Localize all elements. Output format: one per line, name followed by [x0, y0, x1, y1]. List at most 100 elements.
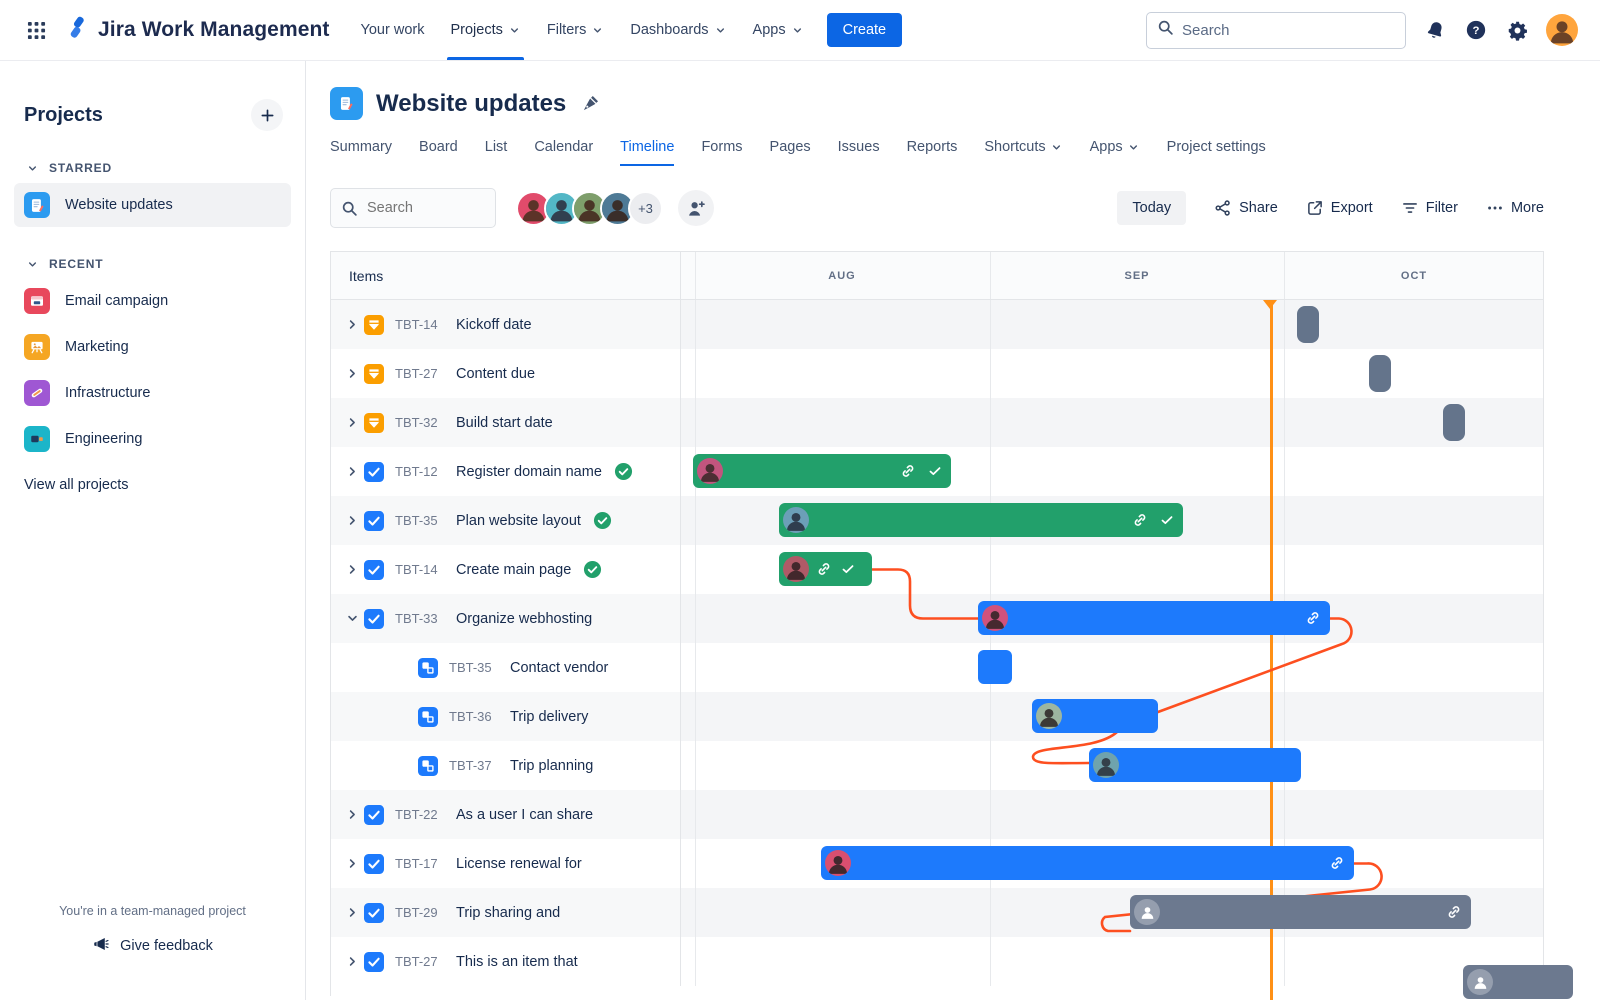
avatar-overflow-badge[interactable]: +3	[628, 191, 663, 226]
row-item-tbt-29-12[interactable]: TBT-29Trip sharing and	[331, 888, 681, 937]
svg-text:?: ?	[1473, 25, 1480, 37]
tab-pages[interactable]: Pages	[770, 139, 811, 166]
edit-pen-icon[interactable]	[581, 94, 600, 113]
sidebar-item-marketing[interactable]: Marketing	[14, 325, 291, 369]
nav-item-projects[interactable]: Projects	[437, 0, 533, 60]
section-toggle-starred[interactable]: STARRED	[0, 157, 305, 181]
chevron-down-icon	[1050, 141, 1063, 154]
row-chart-cell[interactable]	[681, 643, 1543, 692]
tab-project-settings[interactable]: Project settings	[1167, 139, 1266, 166]
row-chart-cell[interactable]	[681, 349, 1543, 398]
share-button[interactable]: Share	[1214, 199, 1278, 217]
timeline-toolbar: +3 Today Share Export Filter More	[330, 188, 1544, 228]
sidebar-item-infrastructure[interactable]: Infrastructure	[14, 371, 291, 415]
row-chart-cell[interactable]	[681, 398, 1543, 447]
row-item-tbt-14-5[interactable]: TBT-14Create main page	[331, 545, 681, 594]
sidebar-title: Projects	[24, 104, 103, 127]
chevron-right-icon[interactable]	[344, 512, 361, 529]
give-feedback-button[interactable]: Give feedback	[92, 935, 213, 957]
chevron-right-icon[interactable]	[344, 855, 361, 872]
nav-item-dashboards[interactable]: Dashboards	[617, 0, 739, 60]
tab-issues[interactable]: Issues	[838, 139, 880, 166]
help-icon[interactable]: ?	[1464, 18, 1488, 42]
timeline-bar-tbt-29-12[interactable]	[1130, 895, 1471, 929]
view-all-projects-link[interactable]: View all projects	[0, 463, 305, 507]
filter-icon	[1401, 199, 1419, 217]
nav-item-your-work[interactable]: Your work	[348, 0, 438, 60]
tab-apps[interactable]: Apps	[1090, 139, 1140, 166]
chevron-right-icon[interactable]	[344, 414, 361, 431]
add-project-button[interactable]	[251, 99, 283, 131]
row-item-tbt-37-9[interactable]: TBT-37Trip planning	[331, 741, 681, 790]
chevron-right-icon[interactable]	[344, 561, 361, 578]
row-item-tbt-17-11[interactable]: TBT-17License renewal for	[331, 839, 681, 888]
timeline-bar-tbt-33-6[interactable]	[978, 601, 1330, 635]
row-item-tbt-36-8[interactable]: TBT-36Trip delivery	[331, 692, 681, 741]
nav-item-filters[interactable]: Filters	[534, 0, 617, 60]
timeline-bar-tbt-35-7[interactable]	[978, 650, 1012, 684]
today-button[interactable]: Today	[1117, 191, 1186, 225]
issue-key: TBT-17	[395, 856, 449, 871]
section-toggle-recent[interactable]: RECENT	[0, 253, 305, 277]
chevron-down-icon	[1127, 141, 1140, 154]
chevron-down-icon[interactable]	[344, 610, 361, 627]
row-chart-cell[interactable]	[681, 300, 1543, 349]
nav-item-apps[interactable]: Apps	[740, 0, 817, 60]
row-item-tbt-35-4[interactable]: TBT-35Plan website layout	[331, 496, 681, 545]
row-item-tbt-35-7[interactable]: TBT-35Contact vendor	[331, 643, 681, 692]
row-chart-cell[interactable]	[681, 937, 1543, 986]
row-item-tbt-27-13[interactable]: TBT-27This is an item that	[331, 937, 681, 986]
timeline-body: TBT-14Kickoff dateTBT-27Content dueTBT-3…	[331, 300, 1543, 996]
page-title: Website updates	[376, 90, 566, 118]
milestone-marker-tbt-32[interactable]	[1443, 404, 1465, 441]
user-avatar[interactable]	[1546, 14, 1578, 46]
tab-summary[interactable]: Summary	[330, 139, 392, 166]
tab-forms[interactable]: Forms	[701, 139, 742, 166]
timeline-bar-tbt-14-5[interactable]	[779, 552, 872, 586]
row-chart-cell[interactable]	[681, 790, 1543, 839]
sidebar-item-website-updates[interactable]: Website updates	[14, 183, 291, 227]
issue-summary: Content due	[456, 366, 535, 382]
notifications-bell-icon[interactable]	[1423, 18, 1447, 42]
more-button[interactable]: More	[1486, 199, 1544, 217]
timeline-bar-tbt-36-8[interactable]	[1032, 699, 1158, 733]
tab-board[interactable]: Board	[419, 139, 458, 166]
timeline-bar-tbt-35-4[interactable]	[779, 503, 1183, 537]
chevron-right-icon[interactable]	[344, 463, 361, 480]
global-search[interactable]	[1146, 12, 1406, 49]
row-item-tbt-27-1[interactable]: TBT-27Content due	[331, 349, 681, 398]
timeline-bar-tbt-17-11[interactable]	[821, 846, 1354, 880]
tab-calendar[interactable]: Calendar	[534, 139, 593, 166]
export-icon	[1306, 199, 1324, 217]
chevron-right-icon[interactable]	[344, 316, 361, 333]
timeline-bar-tbt-27-13[interactable]	[1463, 965, 1573, 999]
row-item-tbt-12-3[interactable]: TBT-12Register domain name	[331, 447, 681, 496]
row-item-tbt-32-2[interactable]: TBT-32Build start date	[331, 398, 681, 447]
add-people-button[interactable]	[678, 190, 714, 226]
filter-button[interactable]: Filter	[1401, 199, 1458, 217]
chevron-right-icon[interactable]	[344, 806, 361, 823]
tab-shortcuts[interactable]: Shortcuts	[984, 139, 1062, 166]
issue-summary: Kickoff date	[456, 317, 532, 333]
sidebar-item-engineering[interactable]: Engineering	[14, 417, 291, 461]
tab-reports[interactable]: Reports	[907, 139, 958, 166]
tab-list[interactable]: List	[485, 139, 508, 166]
chevron-right-icon[interactable]	[344, 953, 361, 970]
create-button[interactable]: Create	[827, 13, 903, 47]
timeline-bar-tbt-12-3[interactable]	[693, 454, 951, 488]
global-search-input[interactable]	[1182, 22, 1395, 39]
chevron-right-icon[interactable]	[344, 904, 361, 921]
milestone-marker-tbt-14[interactable]	[1297, 306, 1319, 343]
timeline-bar-tbt-37-9[interactable]	[1089, 748, 1301, 782]
settings-gear-icon[interactable]	[1505, 18, 1529, 42]
sidebar-item-email-campaign[interactable]: Email campaign	[14, 279, 291, 323]
app-switcher-icon[interactable]	[20, 14, 52, 46]
chevron-right-icon[interactable]	[344, 365, 361, 382]
milestone-marker-tbt-27[interactable]	[1369, 355, 1391, 392]
row-item-tbt-33-6[interactable]: TBT-33Organize webhosting	[331, 594, 681, 643]
row-item-tbt-22-10[interactable]: TBT-22As a user I can share	[331, 790, 681, 839]
brand[interactable]: Jira Work Management	[66, 16, 330, 44]
row-item-tbt-14-0[interactable]: TBT-14Kickoff date	[331, 300, 681, 349]
tab-timeline[interactable]: Timeline	[620, 139, 674, 166]
export-button[interactable]: Export	[1306, 199, 1373, 217]
